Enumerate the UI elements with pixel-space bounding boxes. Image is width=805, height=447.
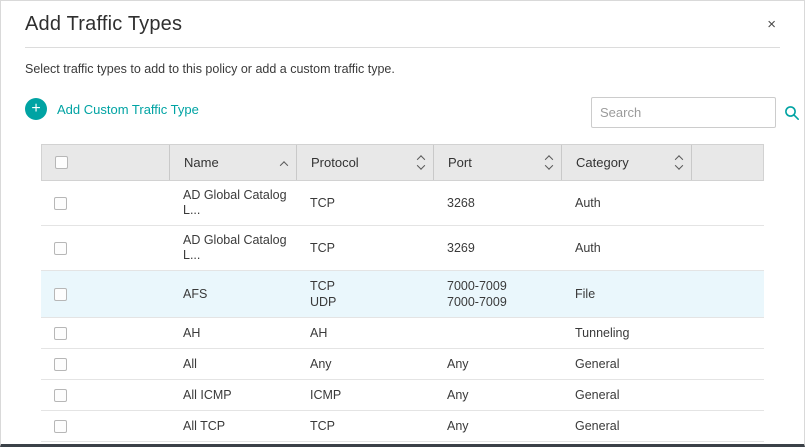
- row-checkbox-cell: [41, 351, 169, 378]
- traffic-table-body: AD Global Catalog L... TCP 3268 Auth AD …: [41, 181, 764, 444]
- column-label-category: Category: [576, 155, 629, 170]
- row-protocol: TCP: [296, 233, 433, 263]
- table-row[interactable]: AD Global Catalog L... TCP 3268 Auth: [41, 181, 764, 226]
- row-name: AD Global Catalog L...: [169, 181, 296, 225]
- row-checkbox[interactable]: [54, 420, 67, 433]
- row-name: AD Global Catalog L...: [169, 226, 296, 270]
- row-checkbox[interactable]: [54, 358, 67, 371]
- row-empty-cell: [691, 196, 764, 210]
- row-port: Any: [433, 349, 561, 379]
- table-header-row: Name Protocol Port Category: [41, 144, 764, 181]
- row-protocol: TCP: [296, 188, 433, 218]
- sort-icon: [418, 155, 424, 170]
- table-row[interactable]: AFS TCPUDP 7000-70097000-7009 File: [41, 271, 764, 318]
- row-port: [433, 326, 561, 340]
- row-checkbox-cell: [41, 320, 169, 347]
- column-label-name: Name: [184, 155, 219, 170]
- row-checkbox[interactable]: [54, 197, 67, 210]
- row-checkbox-cell: [41, 235, 169, 262]
- row-port: Any: [433, 380, 561, 410]
- row-protocol: TCPUDP: [296, 442, 433, 444]
- row-empty-cell: [691, 241, 764, 255]
- row-empty-cell: [691, 326, 764, 340]
- row-protocol: ICMP: [296, 380, 433, 410]
- header-cell[interactable]: Name: [170, 145, 297, 180]
- header-cell-empty: [692, 145, 763, 180]
- row-checkbox-cell: [41, 382, 169, 409]
- add-traffic-types-dialog: Add Traffic Types × Select traffic types…: [0, 0, 805, 447]
- row-category: Auth: [561, 189, 691, 218]
- row-checkbox[interactable]: [54, 288, 67, 301]
- row-category: Tunneling: [561, 319, 691, 348]
- search-box: [591, 97, 776, 128]
- row-checkbox[interactable]: [54, 327, 67, 340]
- row-checkbox-cell: [41, 281, 169, 308]
- row-empty-cell: [691, 419, 764, 433]
- sort-icon: [676, 155, 682, 170]
- row-port: 7000-70097000-7009: [433, 271, 561, 317]
- row-protocol: Any: [296, 349, 433, 379]
- row-empty-cell: [691, 388, 764, 402]
- plus-icon: +: [25, 98, 47, 120]
- close-icon[interactable]: ×: [763, 13, 780, 36]
- row-name: All TCP: [169, 412, 296, 441]
- row-category: General: [561, 350, 691, 379]
- add-custom-traffic-type-button[interactable]: + Add Custom Traffic Type: [25, 98, 199, 120]
- row-name: All: [169, 350, 296, 379]
- header-cell[interactable]: Protocol: [297, 145, 434, 180]
- column-label-port: Port: [448, 155, 472, 170]
- search-icon[interactable]: [784, 105, 800, 121]
- table-row[interactable]: All TCP and UDP TCPUDP AnyAny General: [41, 442, 764, 444]
- row-category: General: [561, 381, 691, 410]
- table-row[interactable]: AH AH Tunneling: [41, 318, 764, 349]
- row-category: Auth: [561, 234, 691, 263]
- select-all-checkbox[interactable]: [55, 156, 68, 169]
- traffic-types-table: Name Protocol Port Category AD Global Ca…: [41, 144, 764, 444]
- add-custom-traffic-type-label: Add Custom Traffic Type: [57, 102, 199, 117]
- sort-icon: [281, 158, 287, 167]
- row-checkbox[interactable]: [54, 389, 67, 402]
- column-label-protocol: Protocol: [311, 155, 359, 170]
- table-row[interactable]: All TCP TCP Any General: [41, 411, 764, 442]
- row-port: Any: [433, 411, 561, 441]
- row-checkbox-cell: [41, 190, 169, 217]
- dialog-titlebar: Add Traffic Types ×: [25, 1, 780, 48]
- header-cell[interactable]: Port: [434, 145, 562, 180]
- dialog-title: Add Traffic Types: [25, 13, 182, 36]
- table-row[interactable]: All Any Any General: [41, 349, 764, 380]
- row-protocol: TCP: [296, 411, 433, 441]
- row-empty-cell: [691, 357, 764, 371]
- row-category: General: [561, 412, 691, 441]
- row-empty-cell: [691, 287, 764, 301]
- row-name: All ICMP: [169, 381, 296, 410]
- sort-icon: [546, 155, 552, 170]
- dialog-subtitle: Select traffic types to add to this poli…: [25, 62, 395, 76]
- row-port: AnyAny: [433, 442, 561, 444]
- row-checkbox-cell: [41, 413, 169, 440]
- select-all-cell: [42, 145, 170, 180]
- row-protocol: AH: [296, 318, 433, 348]
- table-row[interactable]: All ICMP ICMP Any General: [41, 380, 764, 411]
- row-name: AFS: [169, 280, 296, 309]
- row-protocol: TCPUDP: [296, 271, 433, 317]
- row-category: File: [561, 280, 691, 309]
- header-cell[interactable]: Category: [562, 145, 692, 180]
- search-input[interactable]: [592, 105, 784, 120]
- row-port: 3268: [433, 188, 561, 218]
- row-name: AH: [169, 319, 296, 348]
- table-row[interactable]: AD Global Catalog L... TCP 3269 Auth: [41, 226, 764, 271]
- row-port: 3269: [433, 233, 561, 263]
- row-checkbox[interactable]: [54, 242, 67, 255]
